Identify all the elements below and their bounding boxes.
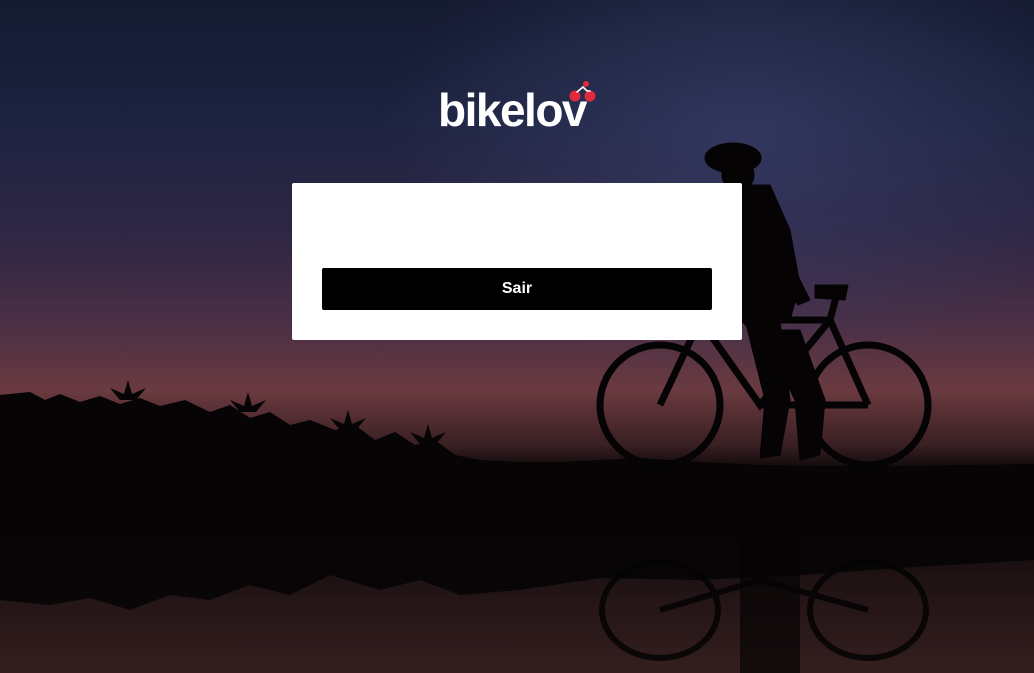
login-page: bikelov Sair <box>0 0 1034 673</box>
logout-button[interactable]: Sair <box>322 268 712 310</box>
cyclist-icon <box>569 81 596 102</box>
brand-name: bikelov <box>438 84 588 136</box>
brand-logo: bikelov <box>438 80 602 136</box>
logout-card: Sair <box>292 183 742 340</box>
